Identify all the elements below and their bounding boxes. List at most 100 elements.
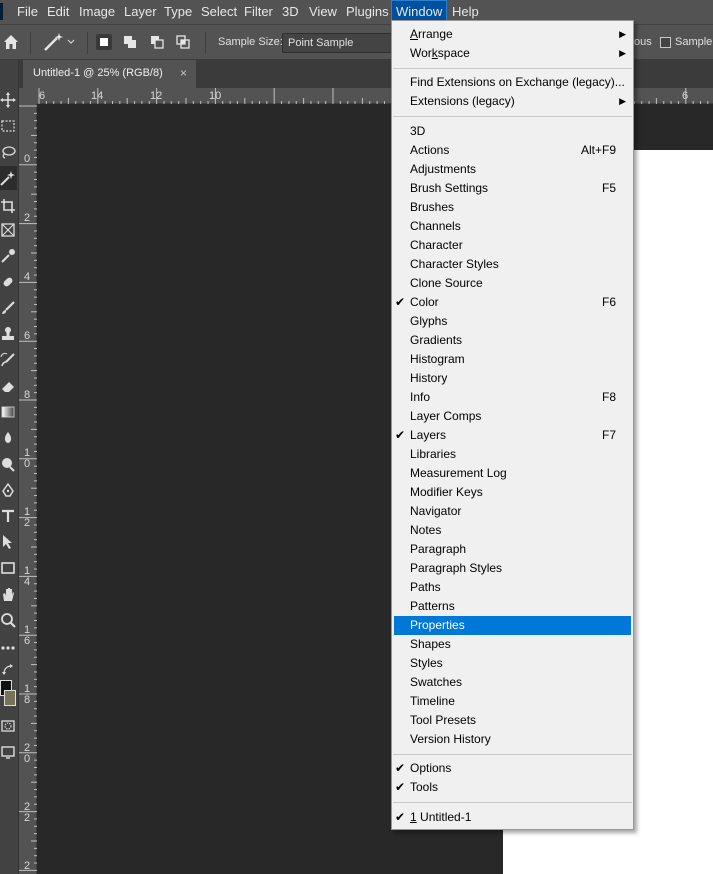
background-color-swatch[interactable] [4,690,16,706]
menu-item-layers[interactable]: ✔ Layers F7 [392,426,633,445]
menu-layer[interactable]: Layer [124,0,157,24]
menu-filter[interactable]: Filter [244,0,273,24]
hand-tool-icon[interactable] [0,586,16,602]
menu-item-label: Info [410,390,431,404]
menu-item-info[interactable]: Info F8 [392,388,633,407]
menu-item-layer-comps[interactable]: Layer Comps [392,407,633,426]
sample-all-layers-checkbox[interactable] [660,37,671,48]
menu-item-document-untitled-1[interactable]: ✔ 1 Untitled-1 [392,808,633,827]
menu-item-properties[interactable]: Properties [394,616,631,635]
menu-plugins[interactable]: Plugins [346,0,389,24]
menu-item-modifier-keys[interactable]: Modifier Keys [392,483,633,502]
screen-mode-icon[interactable] [0,744,16,760]
menu-item-navigator[interactable]: Navigator [392,502,633,521]
swap-colors-icon[interactable] [0,662,16,678]
menu-item-styles[interactable]: Styles [392,654,633,673]
gradient-tool-icon[interactable] [0,404,16,420]
blur-tool-icon[interactable] [0,430,16,446]
window-menu-dropdown: Arrange ▶ Workspace ▶ Find Extensions on… [391,20,634,830]
menu-item-character-styles[interactable]: Character Styles [392,255,633,274]
menu-item-swatches[interactable]: Swatches [392,673,633,692]
menu-item-libraries[interactable]: Libraries [392,445,633,464]
menu-item-clone-source[interactable]: Clone Source [392,274,633,293]
menu-item-timeline[interactable]: Timeline [392,692,633,711]
add-selection-button[interactable] [122,34,138,50]
more-tools-icon[interactable] [0,640,16,656]
menu-item-actions[interactable]: Actions Alt+F9 [392,141,633,160]
menu-item-3d[interactable]: 3D [392,122,633,141]
menu-item-notes[interactable]: Notes [392,521,633,540]
menu-item-brush-settings[interactable]: Brush Settings F5 [392,179,633,198]
ruler-label: 2 [23,212,31,224]
menu-select[interactable]: Select [201,0,237,24]
frame-tool-icon[interactable] [0,222,16,238]
menu-item-gradients[interactable]: Gradients [392,331,633,350]
menu-item-histogram[interactable]: Histogram [392,350,633,369]
intersect-selection-button[interactable] [175,34,191,50]
quick-mask-icon[interactable] [0,718,16,734]
type-tool-icon[interactable] [0,508,16,524]
menu-item-measurement-log[interactable]: Measurement Log [392,464,633,483]
menu-item-history[interactable]: History [392,369,633,388]
submenu-arrow-icon: ▶ [619,29,626,39]
menu-item-glyphs[interactable]: Glyphs [392,312,633,331]
menu-item-label: Character [410,238,463,252]
menu-item-label: Find Extensions on Exchange (legacy)... [410,75,625,89]
eraser-tool-icon[interactable] [0,378,16,394]
active-tool-slot[interactable] [0,166,17,190]
label-mnemonic: A [410,27,419,41]
healing-brush-tool-icon[interactable] [0,274,16,290]
menu-item-adjustments[interactable]: Adjustments [392,160,633,179]
menu-item-extensions[interactable]: Extensions (legacy) ▶ [392,92,633,111]
menu-type[interactable]: Type [164,0,192,24]
menu-item-shortcut: Alt+F9 [580,143,616,157]
menu-view[interactable]: View [309,0,337,24]
menu-item-label: Character Styles [410,257,499,271]
menu-item-workspace[interactable]: Workspace ▶ [392,44,633,63]
close-tab-icon[interactable]: × [180,60,187,87]
history-brush-tool-icon[interactable] [0,352,16,368]
subtract-selection-button[interactable] [149,34,165,50]
menu-3d[interactable]: 3D [282,0,299,24]
dodge-tool-icon[interactable] [0,456,16,472]
menu-item-paragraph-styles[interactable]: Paragraph Styles [392,559,633,578]
menu-item-paragraph[interactable]: Paragraph [392,540,633,559]
menu-item-color[interactable]: ✔ Color F6 [392,293,633,312]
move-tool-icon[interactable] [0,92,16,108]
new-selection-button[interactable] [96,34,112,50]
brush-tool-icon[interactable] [0,300,16,316]
menu-item-options[interactable]: ✔ Options [392,759,633,778]
magic-wand-tool-icon[interactable] [0,170,16,186]
pen-tool-icon[interactable] [0,482,16,498]
menu-item-paths[interactable]: Paths [392,578,633,597]
menu-item-shapes[interactable]: Shapes [392,635,633,654]
path-selection-tool-icon[interactable] [0,534,16,550]
document-tab[interactable]: Untitled-1 @ 25% (RGB/8) × [23,60,196,88]
menu-item-character[interactable]: Character [392,236,633,255]
menu-item-find-extensions[interactable]: Find Extensions on Exchange (legacy)... [392,73,633,92]
sample-size-select[interactable]: Point Sample [282,33,392,53]
eyedropper-tool-icon[interactable] [0,248,16,264]
menu-file[interactable]: File [17,0,38,24]
menu-item-brushes[interactable]: Brushes [392,198,633,217]
menu-item-version-history[interactable]: Version History [392,730,633,749]
rectangle-tool-icon[interactable] [0,560,16,576]
crop-tool-icon[interactable] [0,198,16,214]
menu-item-patterns[interactable]: Patterns [392,597,633,616]
options-divider [205,32,206,54]
lasso-tool-icon[interactable] [0,144,16,160]
menu-item-channels[interactable]: Channels [392,217,633,236]
ruler-label: 0 [23,153,31,165]
checkmark-icon: ✔ [395,780,406,794]
marquee-tool-icon[interactable] [0,118,16,134]
menu-item-tools[interactable]: ✔ Tools [392,778,633,797]
menu-item-label: Libraries [410,447,457,461]
menu-item-tool-presets[interactable]: Tool Presets [392,711,633,730]
magic-wand-icon[interactable] [42,31,76,53]
menu-edit[interactable]: Edit [47,0,69,24]
menu-item-arrange[interactable]: Arrange ▶ [392,25,633,44]
menu-image[interactable]: Image [79,0,115,24]
clone-stamp-tool-icon[interactable] [0,326,16,342]
home-icon[interactable] [2,33,20,51]
zoom-tool-icon[interactable] [0,612,16,628]
